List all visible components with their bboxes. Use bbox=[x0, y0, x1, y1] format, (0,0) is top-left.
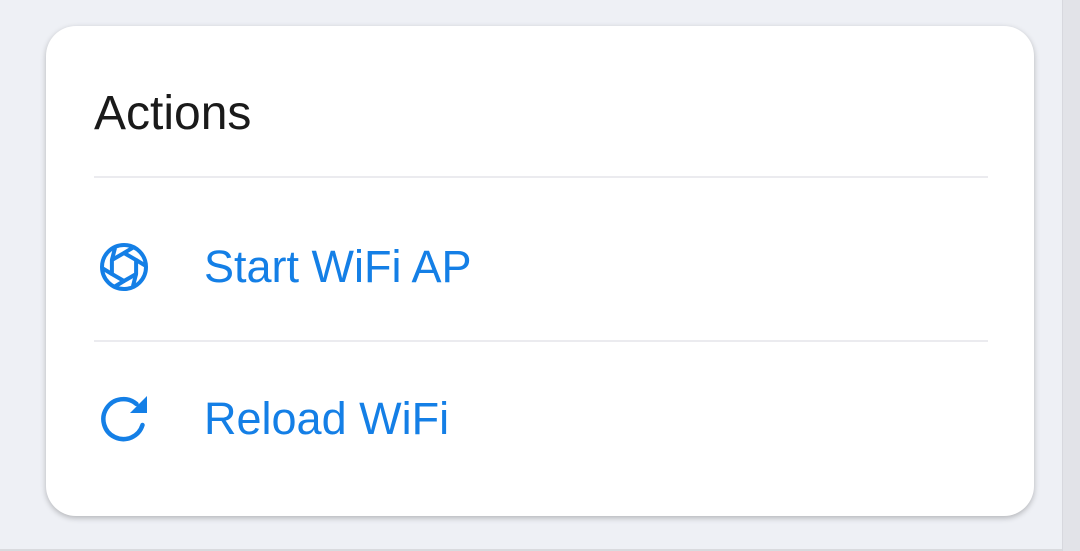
aperture-icon bbox=[94, 237, 154, 297]
divider bbox=[94, 340, 988, 342]
divider bbox=[94, 176, 988, 178]
start-wifi-ap-label: Start WiFi AP bbox=[204, 241, 472, 292]
start-wifi-ap-button[interactable]: Start WiFi AP bbox=[94, 207, 988, 327]
card-title: Actions bbox=[94, 87, 252, 140]
reload-wifi-button[interactable]: Reload WiFi bbox=[94, 359, 988, 479]
reload-icon bbox=[94, 389, 154, 449]
scrollbar-track[interactable] bbox=[1062, 0, 1080, 551]
reload-wifi-label: Reload WiFi bbox=[204, 393, 450, 444]
actions-card: Actions Start WiFi AP Reload WiFi bbox=[46, 26, 1034, 516]
